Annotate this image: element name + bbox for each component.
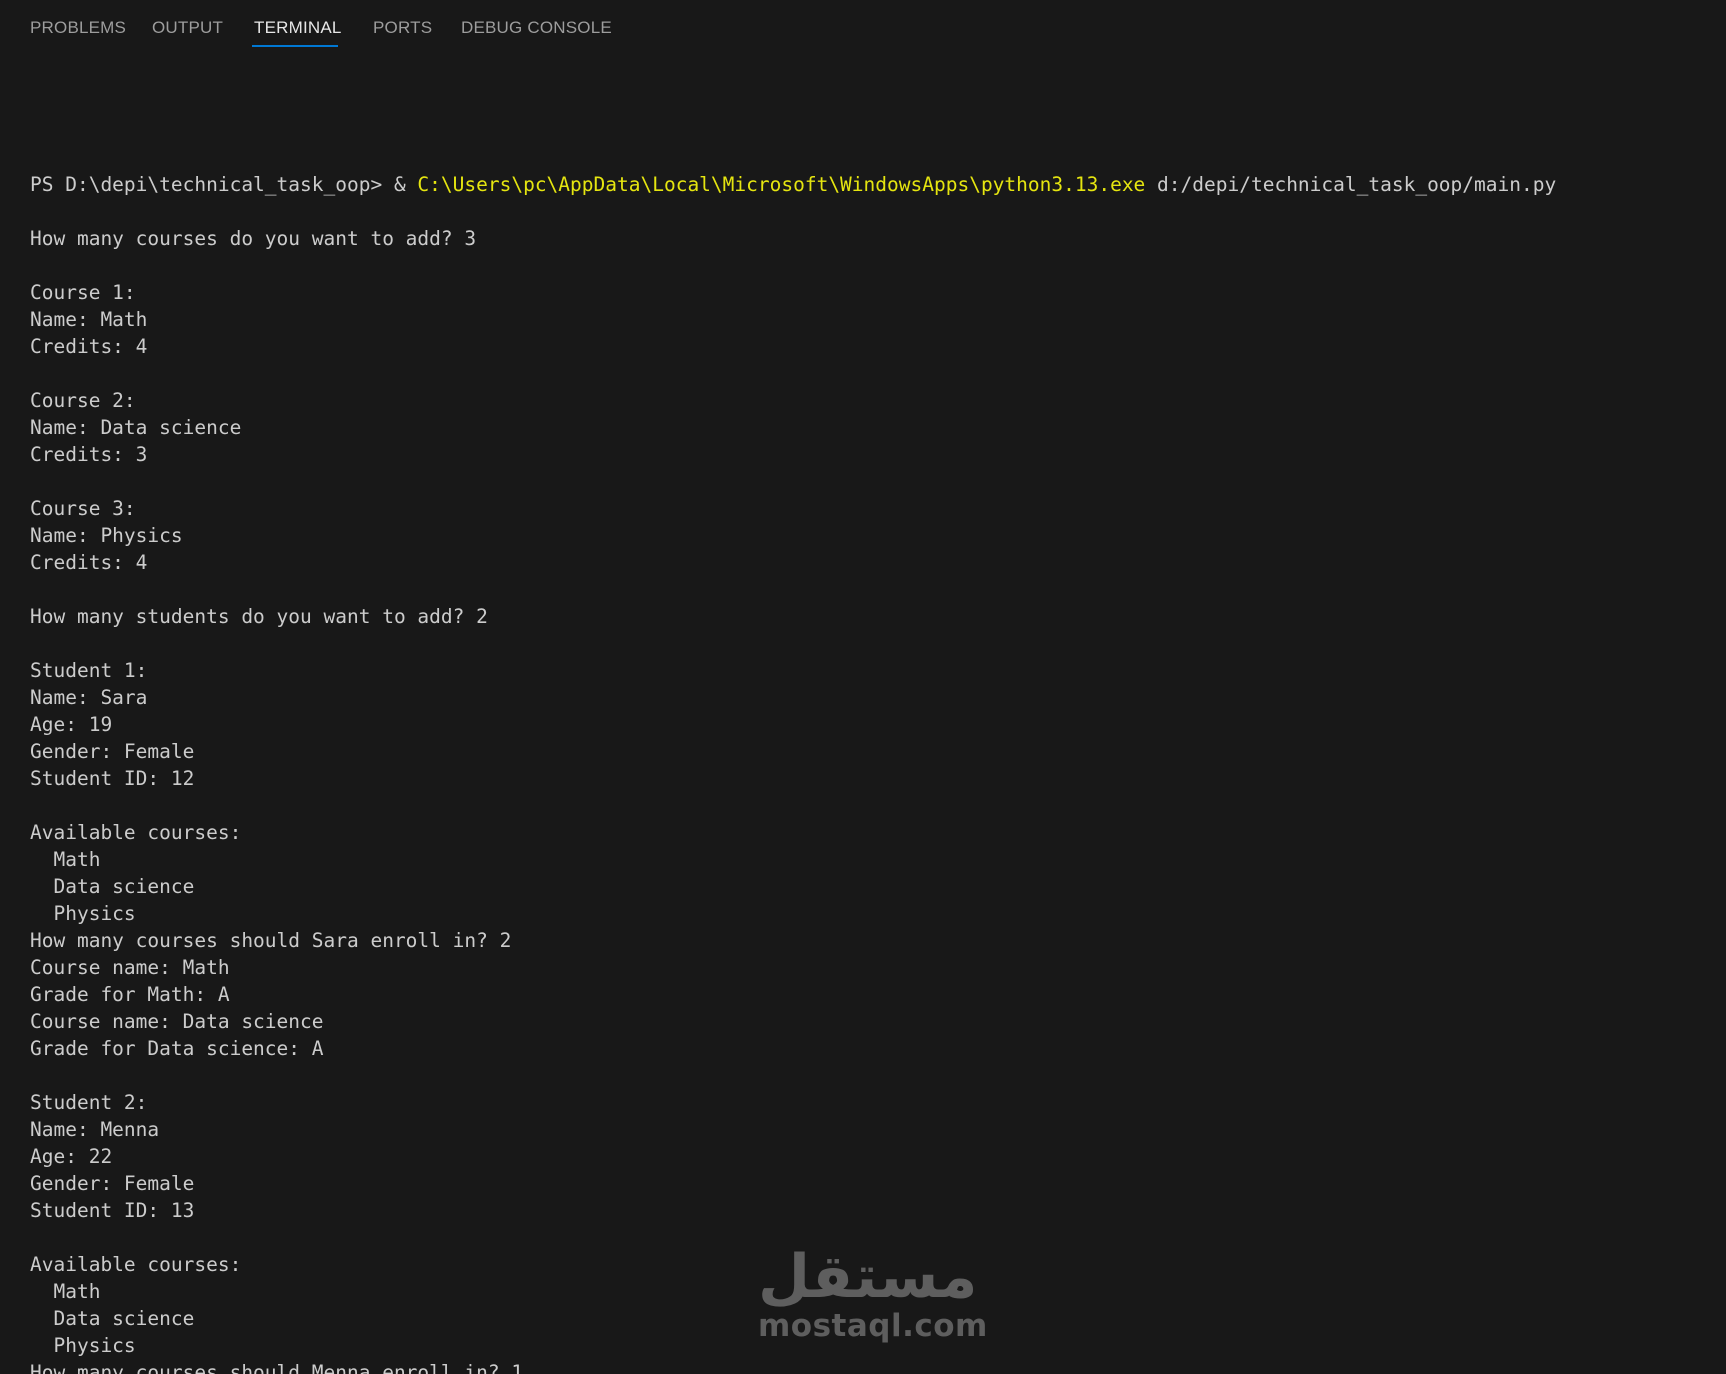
terminal-line: Student ID: 13 <box>30 1199 195 1222</box>
terminal-line: Course name: Math <box>30 956 230 979</box>
terminal-line: Name: Data science <box>30 416 242 439</box>
terminal-output[interactable]: PS D:\depi\technical_task_oop> & C:\User… <box>30 117 1710 1374</box>
terminal-line: Student 1: <box>30 659 148 682</box>
terminal-line: How many courses should Menna enroll in?… <box>30 1361 524 1374</box>
terminal-line: Course 2: <box>30 389 136 412</box>
terminal-line: Gender: Female <box>30 740 195 763</box>
terminal-line: How many students do you want to add? 2 <box>30 605 488 628</box>
terminal-line: Math <box>30 848 101 871</box>
terminal-line: Course name: Data science <box>30 1010 324 1033</box>
terminal-line: Credits: 3 <box>30 443 148 466</box>
watermark-latin-text: mostaql.com <box>758 1308 988 1344</box>
terminal-line: Grade for Math: A <box>30 983 230 1006</box>
mostaql-watermark: مستقل mostaql.com <box>758 1242 988 1344</box>
tab-terminal[interactable]: TERMINAL <box>254 17 342 39</box>
terminal-line: Name: Physics <box>30 524 183 547</box>
python-exe-path: C:\Users\pc\AppData\Local\Microsoft\Wind… <box>417 173 1146 196</box>
terminal-line: Student 2: <box>30 1091 148 1114</box>
terminal-line: How many courses should Sara enroll in? … <box>30 929 512 952</box>
terminal-line: Physics <box>30 902 136 925</box>
terminal-line: Grade for Data science: A <box>30 1037 324 1060</box>
terminal-line: Available courses: <box>30 821 242 844</box>
terminal-line: Gender: Female <box>30 1172 195 1195</box>
terminal-line: Credits: 4 <box>30 335 148 358</box>
script-argument: d:/depi/technical_task_oop/main.py <box>1145 173 1557 196</box>
terminal-line: Data science <box>30 875 195 898</box>
terminal-line: Course 3: <box>30 497 136 520</box>
terminal-command-line: PS D:\depi\technical_task_oop> & C:\User… <box>30 171 1710 198</box>
terminal-line: Course 1: <box>30 281 136 304</box>
active-tab-indicator <box>252 45 338 47</box>
terminal-line: Age: 22 <box>30 1145 113 1168</box>
terminal-line: Name: Sara <box>30 686 148 709</box>
tab-debug-console[interactable]: DEBUG CONSOLE <box>461 17 612 39</box>
terminal-line: Credits: 4 <box>30 551 148 574</box>
terminal-line: Age: 19 <box>30 713 113 736</box>
watermark-arabic-text: مستقل <box>758 1242 978 1312</box>
tab-output[interactable]: OUTPUT <box>152 17 223 39</box>
terminal-prompt: PS D:\depi\technical_task_oop> & <box>30 173 418 196</box>
tab-problems[interactable]: PROBLEMS <box>30 17 126 39</box>
terminal-line: Student ID: 12 <box>30 767 195 790</box>
panel-tab-bar: PROBLEMS OUTPUT TERMINAL PORTS DEBUG CON… <box>0 0 1726 56</box>
tab-ports[interactable]: PORTS <box>373 17 432 39</box>
terminal-line: How many courses do you want to add? 3 <box>30 227 477 250</box>
terminal-line: Name: Math <box>30 308 148 331</box>
terminal-line: Name: Menna <box>30 1118 160 1141</box>
